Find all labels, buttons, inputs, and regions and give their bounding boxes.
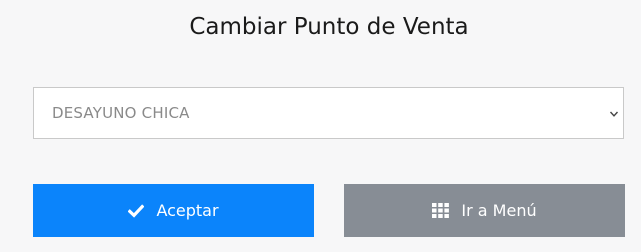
- check-icon: [128, 203, 145, 218]
- accept-button[interactable]: Aceptar: [33, 184, 314, 237]
- accept-button-label: Aceptar: [156, 201, 219, 220]
- chevron-down-icon: [609, 111, 619, 117]
- go-to-menu-button[interactable]: Ir a Menú: [344, 184, 625, 237]
- point-of-sale-select[interactable]: DESAYUNO CHICA: [33, 87, 624, 139]
- page-title: Cambiar Punto de Venta: [189, 14, 469, 40]
- point-of-sale-selected-value: DESAYUNO CHICA: [52, 104, 190, 122]
- go-to-menu-button-label: Ir a Menú: [461, 201, 537, 220]
- grid-icon: [432, 203, 450, 218]
